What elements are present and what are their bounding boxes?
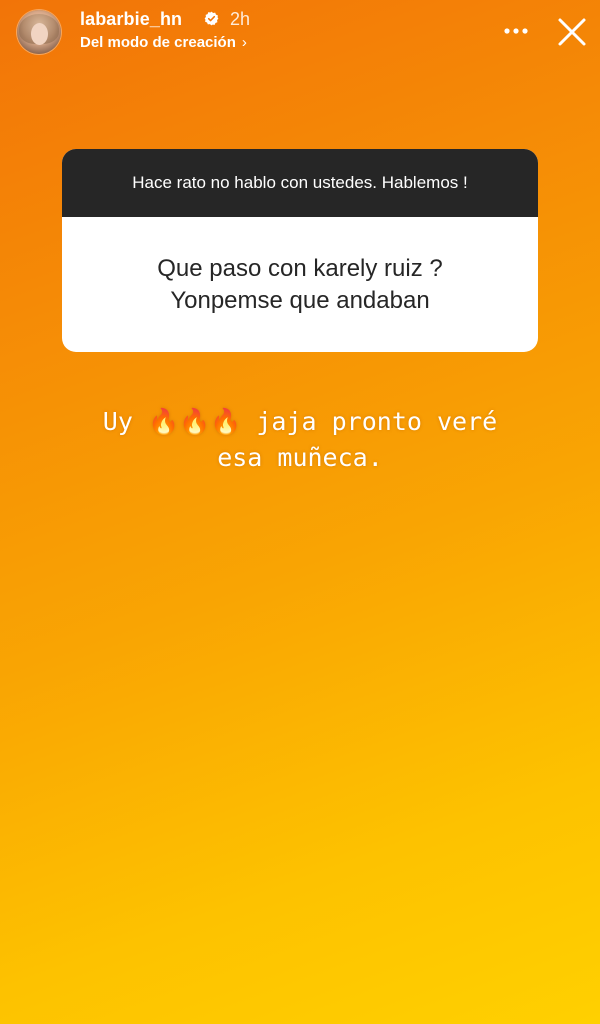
creation-mode-link[interactable]: Del modo de creación › — [80, 34, 247, 51]
reply-line-2: esa muñeca. — [217, 443, 383, 472]
reply-line-1: Uy 🔥🔥🔥 jaja pronto veré — [40, 404, 560, 440]
more-options-button[interactable] — [500, 16, 532, 46]
story-view[interactable]: labarbie_hn 2h Del modo de creación › Ha… — [0, 0, 600, 1024]
post-time: 2h — [230, 9, 251, 29]
username[interactable]: labarbie_hn — [80, 9, 182, 30]
close-icon[interactable] — [552, 12, 592, 52]
verified-badge-icon — [204, 11, 219, 26]
question-prompt: Hace rato no hablo con ustedes. Hablemos… — [62, 149, 538, 217]
answer-line-1: Que paso con karely ruiz ? — [157, 254, 443, 282]
question-sticker[interactable]: Hace rato no hablo con ustedes. Hablemos… — [62, 149, 538, 352]
reply-text-start: Uy — [102, 407, 148, 436]
reply-caption: Uy 🔥🔥🔥 jaja pronto veré esa muñeca. — [40, 404, 560, 476]
question-prompt-text: Hace rato no hablo con ustedes. Hablemos… — [132, 173, 468, 192]
reply-text-end: jaja pronto veré — [241, 407, 498, 436]
more-horizontal-icon — [504, 28, 528, 34]
chevron-right-icon: › — [241, 34, 247, 51]
question-answer: Que paso con karely ruiz ? Yonpemse que … — [62, 217, 538, 352]
fire-emoji-icon: 🔥🔥🔥 — [147, 407, 242, 436]
avatar[interactable] — [17, 10, 61, 54]
story-header: labarbie_hn 2h Del modo de creación › — [0, 0, 600, 70]
answer-line-2: Yonpemse que andaban — [170, 286, 430, 314]
avatar-face — [31, 23, 48, 45]
creation-mode-label: Del modo de creación — [80, 34, 236, 51]
